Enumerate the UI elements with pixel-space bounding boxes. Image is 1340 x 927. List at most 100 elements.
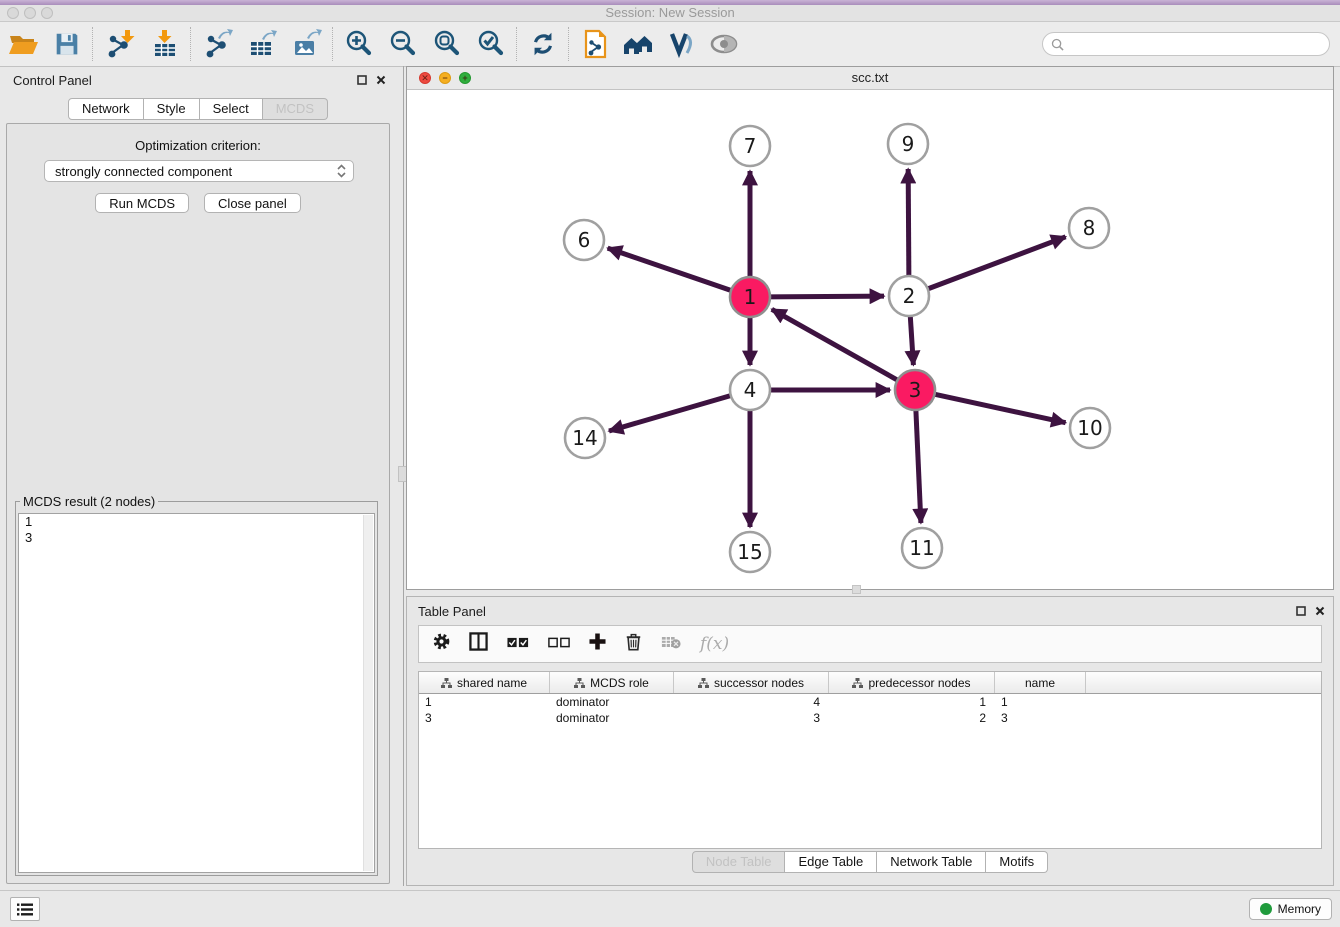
table-settings-gear-icon[interactable] [433,633,450,655]
export-table-icon[interactable] [244,26,280,62]
column-header-name[interactable]: name [995,672,1086,693]
close-panel-icon[interactable] [374,73,388,87]
graph-node-11[interactable]: 11 [902,528,942,568]
zoom-selected-icon[interactable] [473,26,509,62]
column-header-predecessor-nodes[interactable]: predecessor nodes [829,672,995,693]
list-icon [17,903,33,916]
mcds-result-title: MCDS result (2 nodes) [20,494,158,509]
float-table-panel-icon[interactable] [1294,604,1308,618]
graph-edge-1-2[interactable] [768,296,884,297]
graph-node-10[interactable]: 10 [1070,408,1110,448]
zoom-fit-icon[interactable] [429,26,465,62]
tab-node-table[interactable]: Node Table [692,851,786,873]
search-icon [1051,38,1064,51]
graph-edge-1-6[interactable] [608,248,733,291]
graph-node-2[interactable]: 2 [889,276,929,316]
network-graph[interactable]: 7 9 6 8 1 2 4 3 14 10 15 11 [407,90,1333,589]
refresh-icon[interactable] [525,26,561,62]
table-cell[interactable]: 1 [419,694,550,710]
hierarchy-sort-icon [698,678,709,688]
tab-motifs[interactable]: Motifs [986,851,1048,873]
select-all-columns-icon[interactable] [507,635,529,653]
zoom-in-icon[interactable] [341,26,377,62]
unselect-all-columns-icon[interactable] [548,635,570,653]
toolbar-separator [568,27,570,61]
graph-edge-3-10[interactable] [933,394,1066,423]
new-network-from-selection-icon[interactable] [577,26,613,62]
table-cell[interactable]: dominator [550,694,674,710]
graph-node-1[interactable]: 1 [730,277,770,317]
float-panel-icon[interactable] [355,73,369,87]
tab-edge-table[interactable]: Edge Table [785,851,877,873]
table-row[interactable]: 3dominator323 [419,710,1321,726]
export-image-icon[interactable] [289,26,325,62]
open-file-icon[interactable] [5,26,41,62]
run-mcds-button[interactable]: Run MCDS [95,193,189,213]
graph-edge-2-9[interactable] [908,169,909,278]
tab-style[interactable]: Style [144,98,200,120]
create-column-plus-icon[interactable] [589,633,606,655]
save-session-icon[interactable] [49,26,85,62]
node-label: 10 [1077,416,1102,440]
criterion-select[interactable]: strongly connected component [44,160,354,182]
graph-node-4[interactable]: 4 [730,370,770,410]
table-cell[interactable]: 3 [674,710,829,726]
table-row[interactable]: 1dominator411 [419,694,1321,710]
close-table-panel-icon[interactable] [1313,604,1327,618]
table-cell[interactable]: 3 [419,710,550,726]
mcds-result-list[interactable]: 13 [18,513,375,873]
horizontal-splitter-grip[interactable] [852,585,861,594]
column-header-MCDS-role[interactable]: MCDS role [550,672,674,693]
graph-node-9[interactable]: 9 [888,124,928,164]
graph-edge-3-11[interactable] [916,408,921,523]
table-cell[interactable]: 1 [995,694,1086,710]
tab-network-table[interactable]: Network Table [877,851,986,873]
hierarchy-sort-icon [852,678,863,688]
network-view-window: ✕ − + scc.txt 7 9 6 8 1 2 4 3 14 10 15 11 [406,66,1334,590]
show-graphics-details-eye-icon[interactable] [706,26,742,62]
graph-node-3[interactable]: 3 [895,370,935,410]
import-network-icon[interactable] [101,26,137,62]
network-window-title: scc.txt [407,70,1333,85]
graph-node-8[interactable]: 8 [1069,208,1109,248]
graph-node-14[interactable]: 14 [565,418,605,458]
zoom-out-icon[interactable] [385,26,421,62]
graph-edge-2-3[interactable] [910,314,913,365]
delete-column-trash-icon[interactable] [625,633,642,656]
graph-edge-4-14[interactable] [609,395,733,431]
tab-select[interactable]: Select [200,98,263,120]
tab-mcds[interactable]: MCDS [263,98,328,120]
table-cell[interactable]: dominator [550,710,674,726]
table-cell[interactable]: 1 [829,694,995,710]
search-input[interactable] [1069,36,1321,52]
table-cell[interactable]: 3 [995,710,1086,726]
node-label: 6 [578,228,591,252]
search-box[interactable] [1042,32,1330,56]
window-title: Session: New Session [0,5,1340,20]
graph-node-7[interactable]: 7 [730,126,770,166]
graph-edge-3-1[interactable] [772,309,900,381]
optimization-criterion-label: Optimization criterion: [7,138,389,153]
vizmapper-icon[interactable] [663,26,699,62]
graph-node-15[interactable]: 15 [730,532,770,572]
column-header-successor-nodes[interactable]: successor nodes [674,672,829,693]
network-window-titlebar[interactable]: ✕ − + scc.txt [407,67,1333,90]
column-header-shared-name[interactable]: shared name [419,672,550,693]
split-table-view-icon[interactable] [469,632,488,656]
toolbar-separator [516,27,518,61]
result-scrollbar[interactable] [363,515,373,871]
export-network-icon[interactable] [199,26,235,62]
table-cell[interactable]: 2 [829,710,995,726]
tab-network[interactable]: Network [68,98,144,120]
table-cell[interactable]: 4 [674,694,829,710]
task-history-button[interactable] [10,897,40,921]
memory-label: Memory [1278,902,1321,916]
first-neighbors-houses-icon[interactable] [620,26,656,62]
control-panel-tabs: NetworkStyleSelectMCDS [0,98,396,120]
graph-edge-2-8[interactable] [926,237,1066,290]
table-toolbar: f(x) [418,625,1322,663]
import-table-icon[interactable] [147,26,183,62]
close-panel-button[interactable]: Close panel [204,193,301,213]
memory-button[interactable]: Memory [1249,898,1332,920]
graph-node-6[interactable]: 6 [564,220,604,260]
